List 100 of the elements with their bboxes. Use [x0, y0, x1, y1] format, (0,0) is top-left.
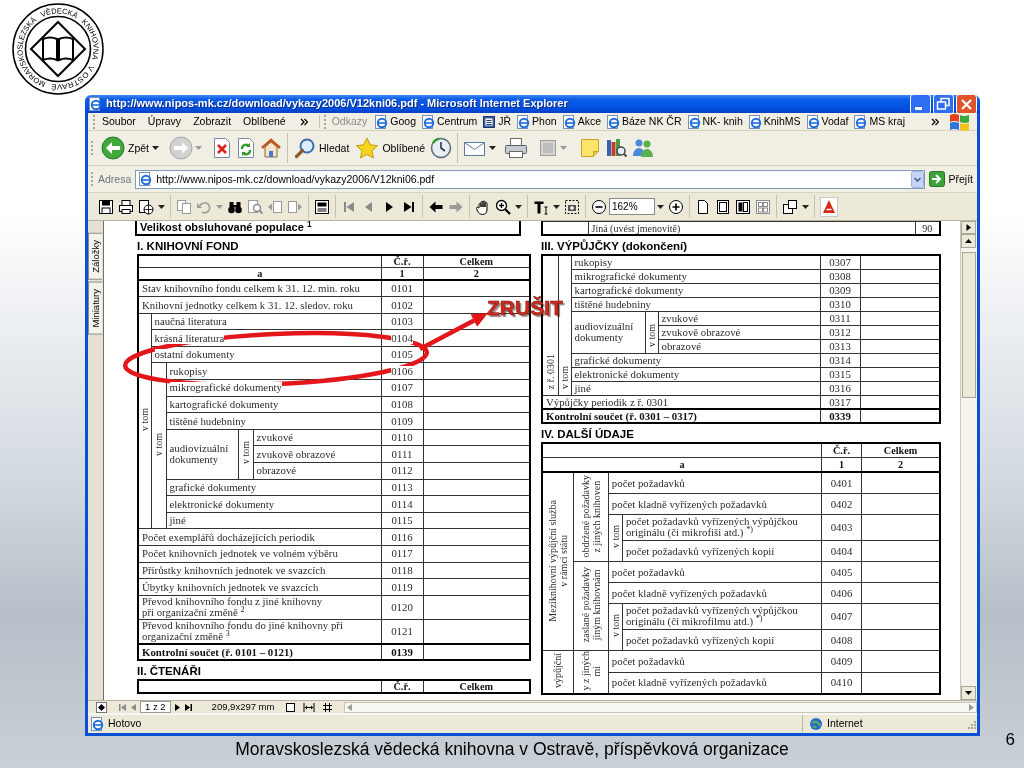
first-page-icon[interactable]	[118, 702, 127, 712]
zoom-out-icon[interactable]	[591, 198, 607, 215]
link-button[interactable]: Phon	[514, 114, 559, 129]
stop-icon[interactable]	[212, 137, 232, 159]
vertical-scrollbar[interactable]	[960, 221, 977, 700]
row-number: 0402	[830, 498, 853, 511]
caret-icon[interactable]	[657, 204, 664, 209]
row-number: 90	[922, 223, 933, 235]
printer-icon[interactable]	[504, 137, 528, 159]
link-button[interactable]: Akce	[559, 114, 603, 129]
scroll-up-icon[interactable]	[961, 234, 976, 248]
single-page-icon[interactable]	[285, 701, 297, 713]
grip-handle[interactable]	[90, 140, 94, 156]
previous-document-icon[interactable]	[267, 198, 283, 215]
row-label: kartografické dokumenty	[169, 399, 279, 411]
last-page-icon[interactable]	[183, 702, 193, 712]
page-number: 6	[1005, 730, 1015, 751]
column-key: 2	[423, 267, 530, 280]
books-icon[interactable]	[605, 137, 627, 159]
web-page-icon	[561, 114, 576, 129]
overlapping-pages-icon[interactable]	[782, 198, 798, 215]
document-list-icon[interactable]	[314, 198, 330, 215]
go-button[interactable]: Přejít	[929, 171, 977, 187]
clock-icon[interactable]	[430, 137, 452, 159]
link-button[interactable]: Centrum	[419, 114, 480, 129]
logo-icon[interactable]	[820, 196, 838, 217]
row-number: 0105	[391, 349, 413, 361]
people-icon[interactable]	[631, 137, 655, 159]
snapshot-icon[interactable]	[564, 198, 580, 215]
single-page-icon[interactable]	[695, 198, 711, 215]
chevron-icon[interactable]	[931, 117, 939, 126]
web-page-icon	[138, 172, 153, 186]
horizontal-scrollbar[interactable]	[344, 701, 977, 713]
row-number: 0407	[830, 611, 853, 623]
row-label: mikrografické dokumenty	[574, 270, 687, 283]
restore-icon[interactable]	[933, 93, 954, 115]
caret-icon[interactable]	[158, 204, 165, 209]
side-tab[interactable]: Miniatury	[88, 281, 102, 335]
row-label: grafické dokumenty	[169, 482, 257, 494]
grip-handle[interactable]	[90, 171, 94, 187]
close-icon[interactable]	[956, 93, 977, 115]
link-button[interactable]: JŘ	[480, 114, 514, 129]
fit-width-icon[interactable]	[303, 701, 316, 713]
minimize-icon[interactable]	[910, 93, 931, 115]
row-label: grafické dokumenty	[574, 354, 662, 367]
facing-pages-icon[interactable]	[735, 198, 751, 215]
link-button[interactable]: MS kraj	[851, 114, 907, 129]
row-label: Přírůstky knihovních jednotek ve svazcích	[142, 565, 326, 577]
menu-item[interactable]: Oblíbené	[237, 115, 292, 128]
printer-icon[interactable]	[118, 198, 134, 215]
scroll-thumb[interactable]	[962, 252, 976, 398]
page-field[interactable]: 1 z 2	[140, 701, 171, 713]
address-field[interactable]: http://www.nipos-mk.cz/download/vykazy2006/V12kni06.pdf	[135, 169, 926, 189]
row-label: počet kladně vyřízených požadavků	[611, 677, 767, 689]
copy-icon[interactable]	[176, 198, 192, 215]
chevron-icon[interactable]	[299, 117, 308, 126]
scroll-down-icon[interactable]	[961, 686, 976, 700]
caret-icon[interactable]	[802, 204, 809, 209]
side-tab[interactable]: Záložky	[88, 233, 102, 280]
row-number: 0310	[829, 298, 851, 311]
favorites-button[interactable]: Oblíbené	[352, 137, 428, 159]
grid-icon[interactable]	[322, 701, 334, 713]
menu-item[interactable]: Úpravy	[141, 115, 188, 128]
dropdown-icon[interactable]	[911, 170, 925, 188]
link-button[interactable]: NK- knih	[684, 114, 745, 129]
caret-icon[interactable]	[152, 146, 159, 150]
link-button[interactable]: Báze NK ČR	[603, 114, 684, 129]
link-button[interactable]: Vodaf	[803, 114, 851, 129]
row-number: 0116	[391, 531, 413, 544]
grip-handle[interactable]	[322, 113, 327, 130]
caret-icon[interactable]	[553, 204, 560, 209]
grip-handle[interactable]	[92, 113, 96, 130]
zoom-in-icon[interactable]	[495, 198, 511, 215]
caret-icon[interactable]	[489, 146, 496, 150]
caret-icon[interactable]	[515, 204, 522, 209]
star-icon	[355, 137, 380, 159]
zoom-in-icon[interactable]	[668, 198, 684, 215]
row-label: počet požadavků vyřízených kopií	[625, 634, 775, 647]
diamond-icon[interactable]	[96, 701, 107, 713]
link-button[interactable]: KnihMS	[745, 114, 803, 129]
hand-icon[interactable]	[475, 198, 491, 215]
link-button[interactable]: Goog	[372, 114, 418, 129]
row-label: zvukové	[661, 312, 699, 325]
menu-item[interactable]: Zobrazit	[187, 115, 238, 128]
zoom-field[interactable]: 162%	[609, 198, 655, 215]
back-button[interactable]: Zpět	[98, 136, 152, 160]
pointer-arrow	[418, 313, 488, 351]
links-label: Odkazy	[330, 115, 369, 128]
next-page-icon[interactable]	[173, 702, 181, 712]
next-document-icon[interactable]	[287, 198, 303, 215]
home-icon[interactable]	[260, 137, 282, 159]
menu-item[interactable]: Soubor	[96, 115, 142, 128]
page-frame-icon[interactable]	[715, 198, 731, 215]
group-label: výpůjční	[552, 653, 564, 689]
row-label: počet kladně vyřízených požadavků	[611, 587, 767, 600]
globe-page-icon[interactable]	[138, 198, 154, 215]
refresh-icon[interactable]	[236, 137, 256, 159]
search-button[interactable]: Hledat	[291, 137, 353, 159]
row-number: 0316	[829, 382, 851, 395]
previous-page-icon[interactable]	[130, 702, 137, 712]
